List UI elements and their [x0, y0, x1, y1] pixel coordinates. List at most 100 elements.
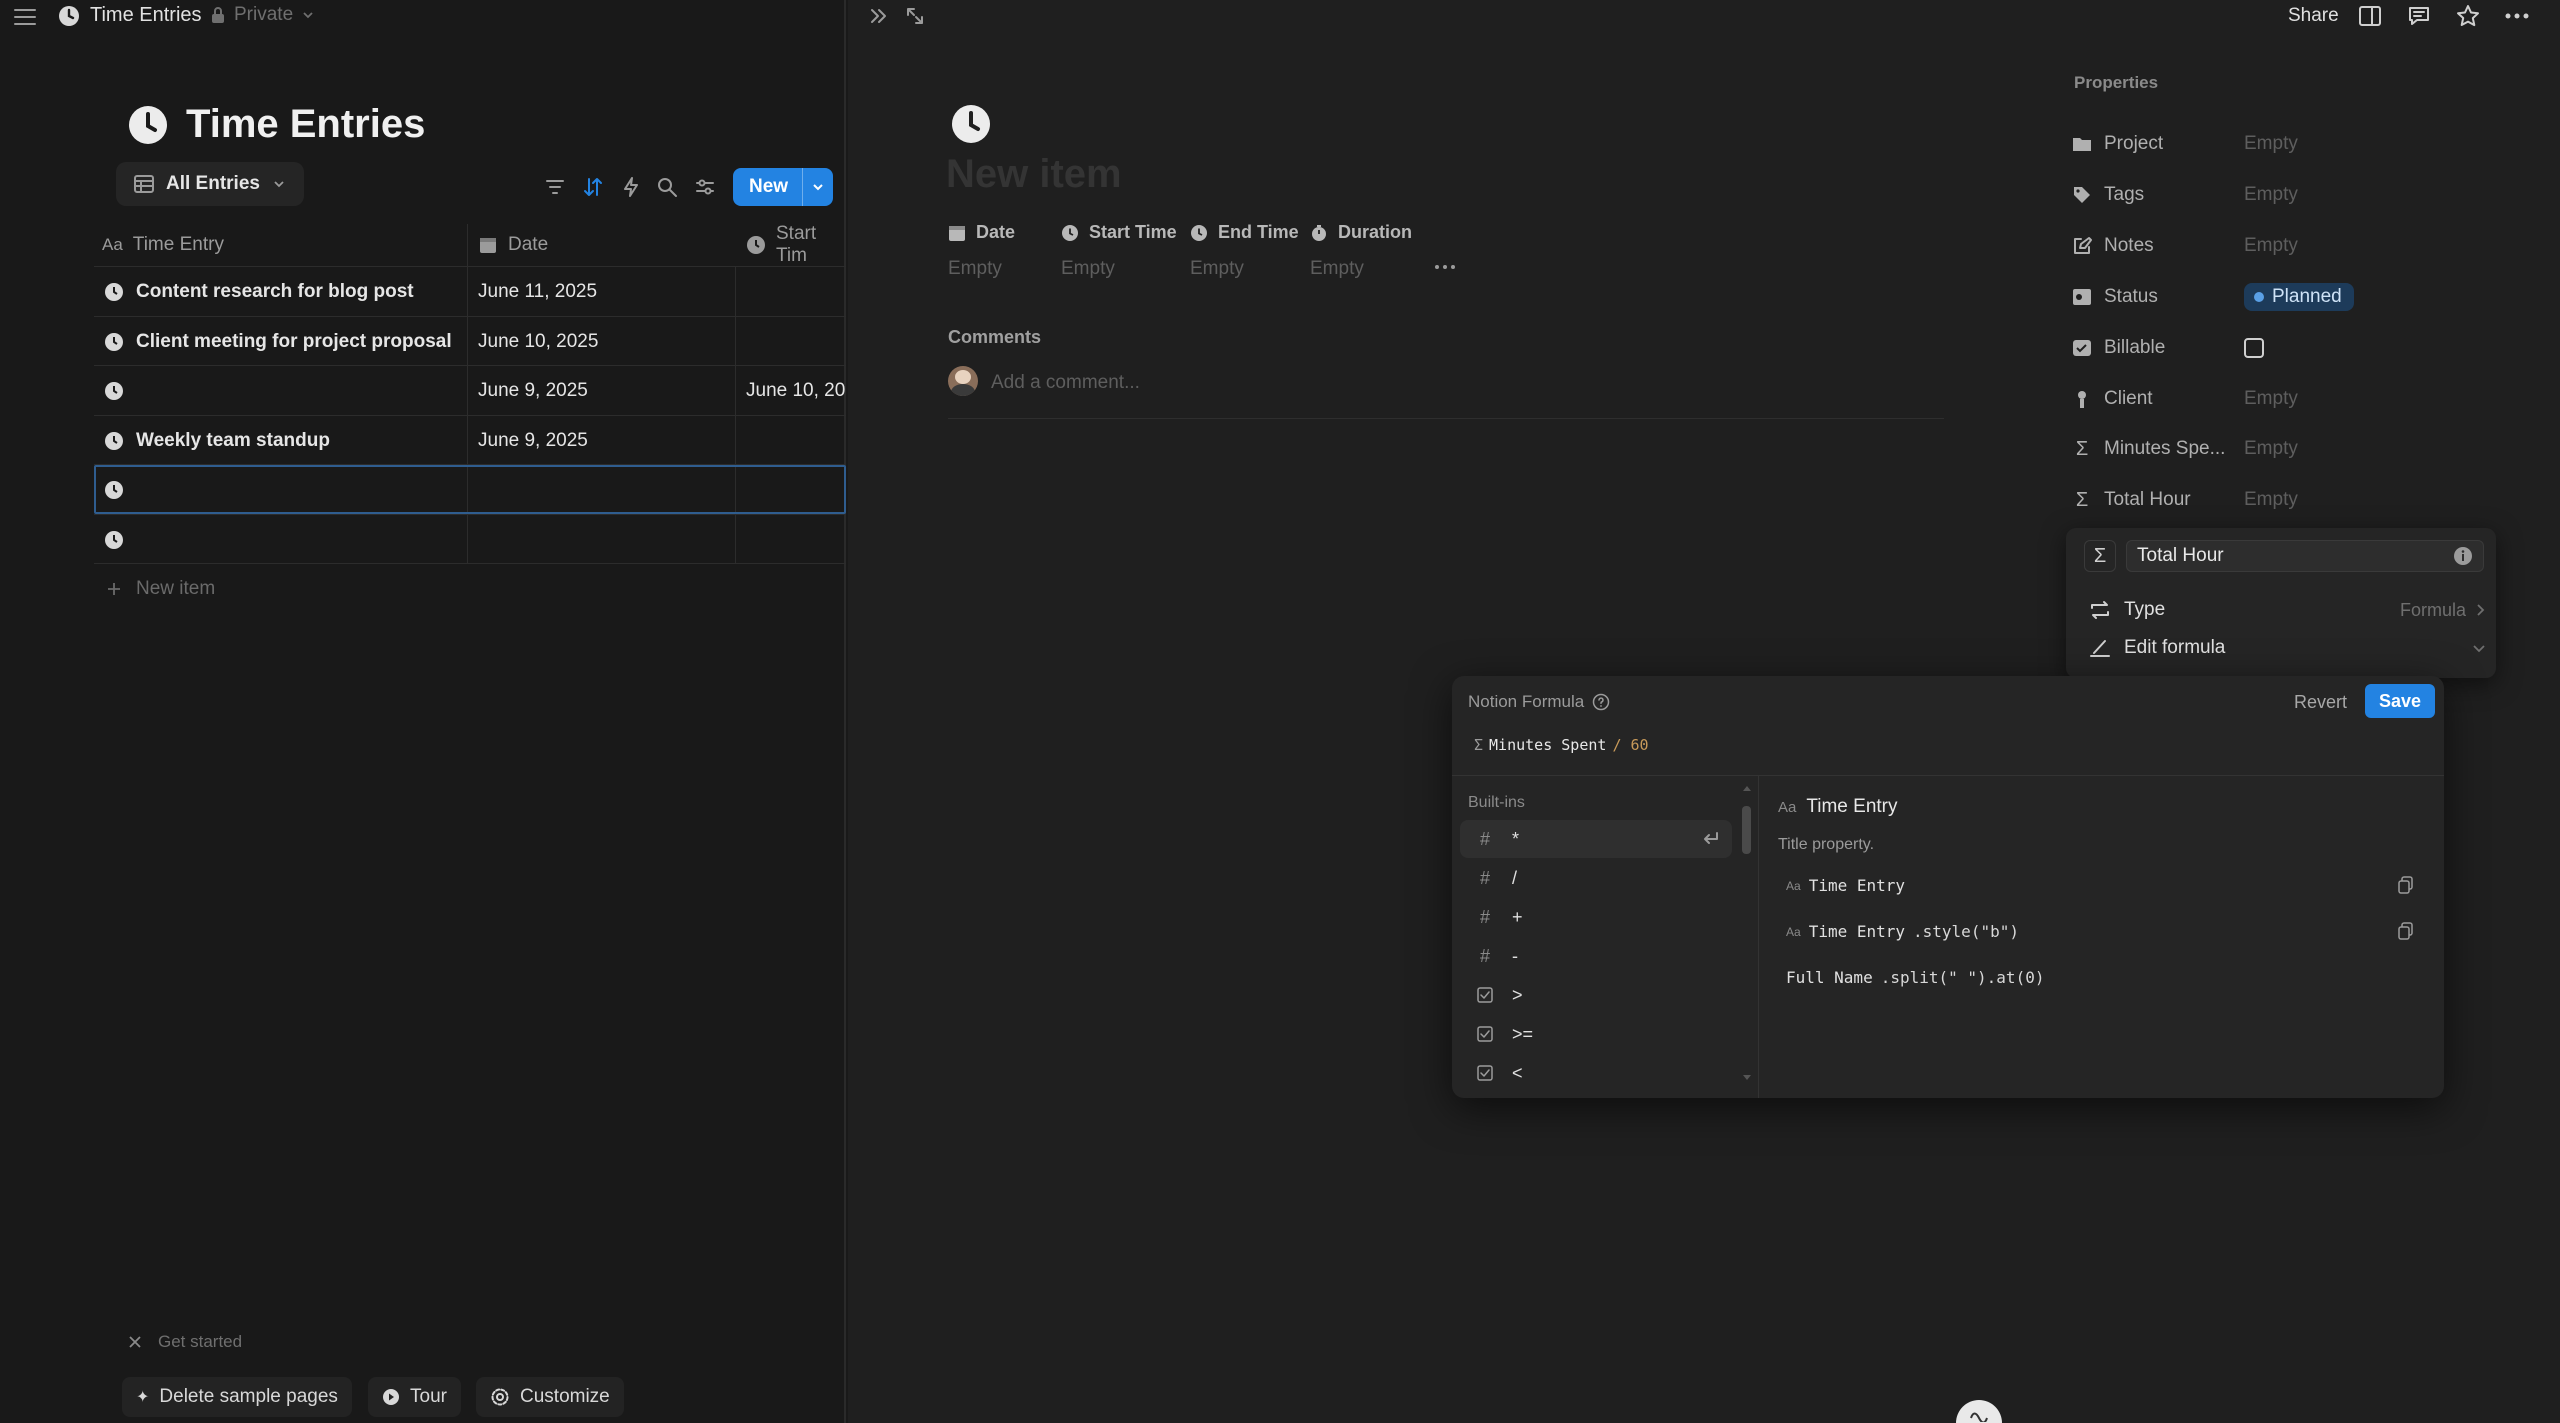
- column-label: Time Entry: [132, 234, 224, 255]
- property-notes[interactable]: Notes Empty: [2072, 226, 2492, 266]
- property-value[interactable]: Empty: [2244, 388, 2298, 410]
- table-row[interactable]: Client meeting for project proposal: [104, 317, 464, 366]
- property-project[interactable]: Project Empty: [2072, 124, 2492, 164]
- property-tags[interactable]: Tags Empty: [2072, 175, 2492, 215]
- button-label: Delete sample pages: [159, 1386, 338, 1407]
- chevron-down-icon[interactable]: [803, 180, 833, 194]
- scrollbar-thumb[interactable]: [1742, 806, 1751, 854]
- sigma-icon[interactable]: Σ: [2084, 540, 2116, 572]
- database-title[interactable]: Time Entries: [186, 102, 425, 147]
- row-date[interactable]: June 10, 2025: [478, 317, 598, 366]
- row-start-time[interactable]: June 10, 202: [746, 366, 846, 415]
- comment-input[interactable]: Add a comment...: [991, 372, 1140, 394]
- expand-icon[interactable]: [904, 5, 926, 27]
- type-menu-item[interactable]: Type Formula: [2088, 596, 2486, 624]
- property-name-input[interactable]: Total Hour: [2126, 540, 2484, 572]
- search-icon[interactable]: [656, 176, 678, 198]
- automation-icon[interactable]: [620, 176, 642, 198]
- clock-icon: [746, 235, 766, 255]
- column-header-time-entry[interactable]: Aa Time Entry: [102, 224, 224, 266]
- billable-checkbox[interactable]: [2244, 338, 2264, 358]
- property-status[interactable]: Status Planned: [2072, 277, 2492, 317]
- property-editor-menu: Σ Total Hour Type Formula Edit formula: [2066, 528, 2496, 678]
- help-icon[interactable]: [1592, 693, 1610, 711]
- clock-icon[interactable]: [951, 104, 991, 144]
- builtin-item[interactable]: # /: [1460, 859, 1732, 897]
- database-header: Time Entries: [128, 102, 425, 147]
- property-total-hour[interactable]: Σ Total Hour Empty: [2072, 480, 2492, 520]
- property-duration[interactable]: Duration: [1310, 222, 1412, 243]
- builtin-item[interactable]: # +: [1460, 898, 1732, 936]
- example-row[interactable]: Full Name .split(" ").at(0): [1786, 968, 2044, 987]
- row-date[interactable]: June 9, 2025: [478, 416, 588, 465]
- copy-icon[interactable]: [2398, 876, 2414, 894]
- builtin-item[interactable]: >: [1460, 976, 1732, 1014]
- delete-sample-pages-button[interactable]: ✦ Delete sample pages: [122, 1377, 352, 1417]
- table-row[interactable]: Weekly team standup: [104, 416, 464, 465]
- property-client[interactable]: Client Empty: [2072, 379, 2492, 419]
- example-row[interactable]: Aa Time Entry .style("b"): [1786, 922, 2019, 941]
- property-name-value: Total Hour: [2137, 545, 2224, 566]
- star-icon[interactable]: [2455, 3, 2481, 29]
- scroll-up-icon[interactable]: [1742, 784, 1752, 792]
- collapse-panel-icon[interactable]: [868, 5, 890, 27]
- new-item-label: New item: [136, 578, 216, 599]
- page-title-input[interactable]: New item: [946, 152, 1122, 197]
- info-icon[interactable]: [2453, 546, 2473, 566]
- copy-icon[interactable]: [2398, 922, 2414, 940]
- property-end-time[interactable]: End Time: [1190, 222, 1299, 243]
- builtin-item[interactable]: # -: [1460, 937, 1732, 975]
- property-value[interactable]: Empty: [1061, 258, 1115, 280]
- share-button[interactable]: Share: [2288, 5, 2339, 27]
- number-icon: #: [1479, 828, 1490, 849]
- menu-icon[interactable]: [12, 4, 38, 30]
- customize-button[interactable]: Customize: [476, 1377, 624, 1417]
- scroll-down-icon[interactable]: [1742, 1074, 1752, 1082]
- view-tab-all-entries[interactable]: All Entries: [116, 162, 304, 206]
- revert-button[interactable]: Revert: [2294, 692, 2347, 713]
- privacy-menu[interactable]: Private: [210, 4, 315, 26]
- side-panel-icon[interactable]: [2358, 4, 2382, 28]
- property-value[interactable]: Empty: [2244, 235, 2298, 257]
- property-value[interactable]: Empty: [2244, 438, 2298, 460]
- column-header-start-time[interactable]: Start Tim: [746, 223, 844, 266]
- table-row[interactable]: Content research for blog post: [104, 267, 464, 316]
- row-date[interactable]: June 11, 2025: [478, 267, 597, 316]
- sort-icon[interactable]: [582, 176, 604, 198]
- new-item-row[interactable]: New item: [106, 578, 215, 600]
- more-properties-icon[interactable]: [1434, 262, 1456, 272]
- property-value[interactable]: Empty: [1310, 258, 1364, 280]
- property-value[interactable]: Empty: [2244, 184, 2298, 206]
- comment-icon[interactable]: [2407, 4, 2431, 28]
- builtin-item[interactable]: # *: [1460, 820, 1732, 858]
- property-date[interactable]: Date: [948, 222, 1015, 243]
- property-minutes-spent[interactable]: Σ Minutes Spe... Empty: [2072, 429, 2492, 469]
- filter-icon[interactable]: [544, 176, 566, 198]
- builtin-item[interactable]: <: [1460, 1054, 1732, 1092]
- status-badge[interactable]: Planned: [2244, 283, 2354, 311]
- property-value[interactable]: Empty: [948, 258, 1002, 280]
- property-value[interactable]: Empty: [2244, 489, 2298, 511]
- column-label: Start Tim: [776, 223, 817, 266]
- property-billable[interactable]: Billable: [2072, 328, 2492, 368]
- property-value[interactable]: Empty: [2244, 133, 2298, 155]
- row-date[interactable]: June 9, 2025: [478, 366, 588, 415]
- close-icon[interactable]: [128, 1335, 142, 1349]
- divider: [948, 418, 1944, 419]
- table-row[interactable]: [104, 515, 464, 564]
- new-button[interactable]: New: [733, 168, 834, 206]
- edit-formula-menu-item[interactable]: Edit formula: [2088, 634, 2486, 662]
- builtin-item[interactable]: >=: [1460, 1015, 1732, 1053]
- formula-expression-input[interactable]: Σ Minutes Spent / 60: [1474, 736, 1649, 754]
- column-header-date[interactable]: Date: [478, 224, 548, 266]
- more-icon[interactable]: [2504, 6, 2530, 26]
- example-row[interactable]: Aa Time Entry: [1786, 876, 1913, 895]
- property-value[interactable]: Empty: [1190, 258, 1244, 280]
- tour-button[interactable]: Tour: [368, 1377, 461, 1417]
- settings-sliders-icon[interactable]: [694, 176, 716, 198]
- breadcrumb[interactable]: Time Entries: [58, 4, 202, 27]
- save-button[interactable]: Save: [2365, 684, 2436, 718]
- property-start-time[interactable]: Start Time: [1061, 222, 1177, 243]
- table-row[interactable]: [104, 366, 464, 415]
- table-row[interactable]: [104, 465, 464, 514]
